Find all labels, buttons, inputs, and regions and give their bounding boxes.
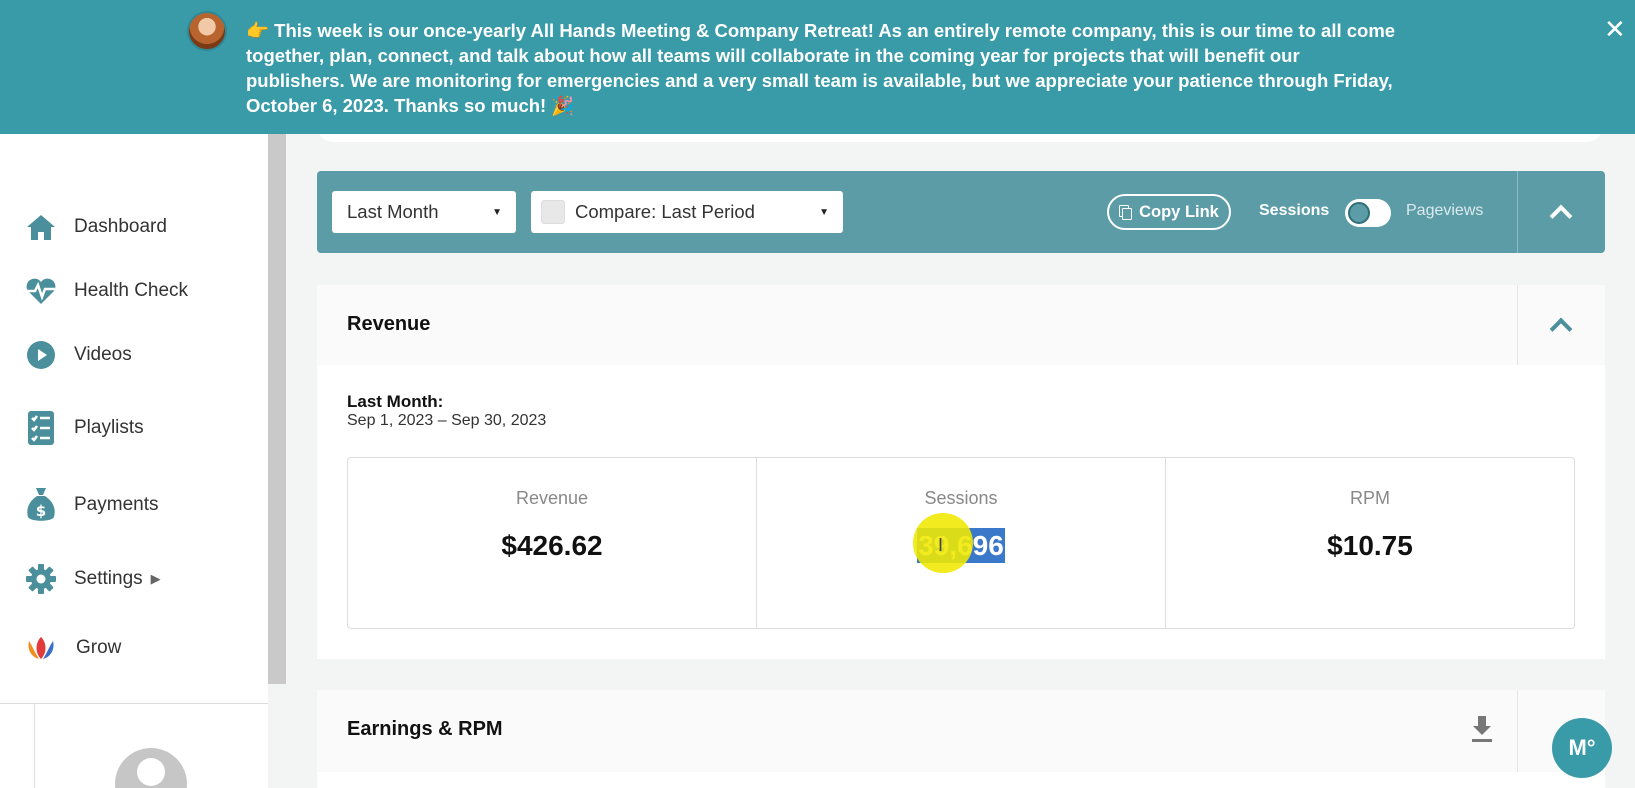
sidebar-item-label: Payments [74,494,159,515]
revenue-title: Revenue [347,313,431,335]
period-select[interactable]: Last Month ▼ [332,191,516,233]
gear-icon [24,562,58,596]
sidebar-item-label: Grow [76,637,122,658]
announcer-avatar [187,11,227,51]
stat-rpm: RPM $10.75 [1166,458,1574,628]
dropdown-arrow-icon: ▼ [492,206,502,218]
chat-support-button[interactable]: M° [1552,718,1612,778]
copy-icon [1119,205,1133,220]
money-bag-icon: $ [24,488,58,522]
earnings-card-header: Earnings & RPM [317,690,1605,772]
sidebar-item-label: Videos [74,344,132,365]
play-icon [24,338,58,372]
revenue-card-header: Revenue [317,285,1605,365]
grow-logo-icon [24,631,58,665]
stat-value-selected[interactable]: 39,696 [757,528,1165,563]
dropdown-arrow-icon: ▼ [819,206,829,218]
sidebar-item-label: Playlists [74,417,144,438]
sidebar-item-label: Dashboard [74,216,167,237]
chevron-up-icon [1549,204,1573,228]
selected-text: 39,696 [917,528,1005,563]
svg-text:$: $ [36,502,46,520]
stat-label: RPM [1350,488,1390,508]
sidebar-scrollbar[interactable] [268,134,286,684]
earnings-card: Earnings & RPM [317,690,1605,788]
period-label: Last Month: [347,392,444,411]
toggle-label-pageviews: Pageviews [1406,202,1484,219]
announcement-message: 👉 This week is our once-yearly All Hands… [246,20,1396,116]
compare-select[interactable]: Compare: Last Period ▼ [531,191,843,233]
announcement-banner: 👉 This week is our once-yearly All Hands… [0,0,1635,134]
sidebar-item-dashboard[interactable]: Dashboard [24,207,167,247]
sessions-pageviews-toggle[interactable] [1345,199,1391,227]
stat-label: Sessions [924,488,998,508]
compare-select-value: Compare: Last Period [575,201,755,222]
expand-caret-icon: ▶ [150,571,161,586]
sidebar-item-label: Health Check [74,280,189,301]
sidebar-item-payments[interactable]: $ Payments [24,485,158,525]
home-icon [24,210,58,244]
collapse-revenue-button[interactable] [1517,285,1605,365]
stats-grid: Revenue $426.62 Sessions 39,696 RPM $10.… [347,457,1575,629]
compare-checkbox[interactable] [541,200,565,224]
period-range: Sep 1, 2023 – Sep 30, 2023 [347,412,547,429]
sidebar-item-health-check[interactable]: Health Check [24,271,188,311]
sidebar-item-playlists[interactable]: Playlists [24,408,144,448]
collapse-filters-button[interactable] [1517,171,1605,253]
toggle-knob [1348,202,1370,224]
sidebar: Dashboard Health Check Videos Playlists … [0,134,268,788]
sidebar-item-grow[interactable]: Grow [24,628,121,668]
stat-sessions: Sessions 39,696 [757,458,1166,628]
list-icon [24,411,58,445]
sidebar-divider [0,703,268,704]
sidebar-item-settings[interactable]: Settings ▶ [24,559,161,599]
period-select-value: Last Month [347,201,439,222]
close-banner-button[interactable]: ✕ [1604,16,1626,42]
sidebar-item-label: Settings [74,568,143,589]
filter-bar: Last Month ▼ Compare: Last Period ▼ Copy… [317,171,1605,253]
stat-value: $10.75 [1327,530,1413,561]
copy-link-label: Copy Link [1139,202,1219,221]
revenue-card: Revenue Last Month: Sep 1, 2023 – Sep 30… [317,285,1605,659]
earnings-title: Earnings & RPM [347,718,503,740]
sidebar-item-videos[interactable]: Videos [24,335,132,375]
chat-logo-icon: M° [1568,735,1596,760]
copy-link-button[interactable]: Copy Link [1107,194,1231,230]
download-icon[interactable] [1465,712,1499,746]
heartbeat-icon [24,274,58,308]
toggle-label-sessions: Sessions [1259,202,1330,219]
chevron-up-icon [1549,317,1573,341]
stat-label: Revenue [515,488,589,508]
stat-revenue: Revenue $426.62 [348,458,757,628]
stat-value: $426.62 [501,530,603,561]
sidebar-profile-border [34,704,35,788]
user-avatar[interactable] [115,748,187,788]
header-divider [1517,690,1518,772]
